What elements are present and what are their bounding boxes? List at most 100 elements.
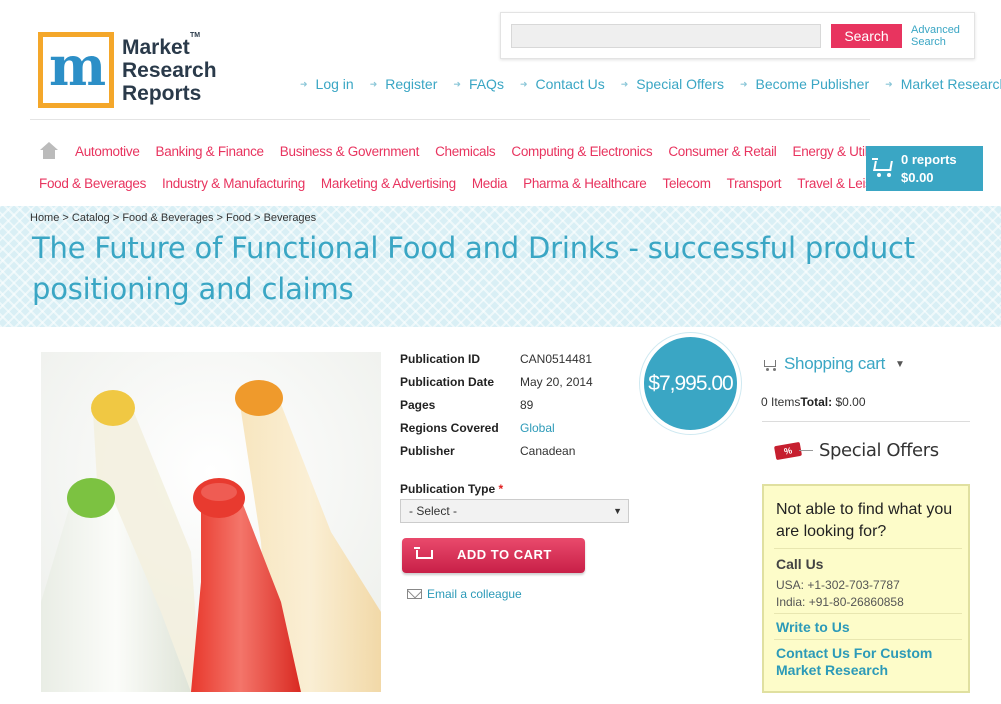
logo-line: Reports	[122, 82, 202, 105]
region-link[interactable]: Global	[520, 421, 555, 435]
nav-special-offers[interactable]: ➜ Special Offers	[621, 76, 724, 92]
cart-items: 0 Items	[761, 395, 801, 409]
detail-label: Regions Covered	[400, 421, 499, 435]
detail-value: May 20, 2014	[520, 375, 593, 389]
category-link[interactable]: Consumer & Retail	[668, 144, 777, 159]
add-to-cart-button[interactable]: ADD TO CART	[402, 538, 585, 573]
advanced-search-line: Advanced	[911, 24, 960, 36]
phone-usa: USA: +1-302-703-7787	[776, 578, 900, 592]
cart-icon	[762, 358, 778, 371]
arrow-right-icon: ➜	[300, 78, 308, 89]
price-badge: $7,995.00	[640, 333, 741, 434]
nav-register[interactable]: ➜ Register	[370, 76, 438, 92]
category-link[interactable]: Banking & Finance	[156, 144, 265, 159]
nav-become-publisher[interactable]: ➜ Become Publisher	[740, 76, 869, 92]
search-button[interactable]: Search	[831, 24, 902, 48]
arrow-right-icon: ➜	[519, 78, 528, 89]
nav-label: Become Publisher	[755, 76, 870, 92]
special-offers-link[interactable]: % Special Offers	[773, 440, 939, 461]
breadcrumb[interactable]: Home > Catalog > Food & Beverages > Food…	[30, 212, 316, 224]
publication-type-label: Publication Type *	[400, 482, 503, 496]
title-banner: Home > Catalog > Food & Beverages > Food…	[0, 206, 1001, 327]
logo-letter: m	[49, 34, 106, 98]
envelope-icon	[407, 589, 422, 599]
page-title: The Future of Functional Food and Drinks…	[32, 231, 915, 306]
select-value: - Select -	[409, 504, 458, 518]
custom-research-link[interactable]: Contact Us For Custom Market Research	[776, 645, 956, 679]
button-label: ADD TO CART	[457, 547, 552, 562]
header-divider	[30, 119, 870, 120]
arrow-right-icon: ➜	[369, 78, 378, 89]
write-to-us-link[interactable]: Write to Us	[776, 619, 850, 636]
phone-india: India: +91-80-26860858	[776, 595, 904, 609]
nav-label: Special Offers	[636, 76, 724, 92]
help-box: Not able to find what you are looking fo…	[762, 484, 970, 693]
tag-text: %	[773, 441, 803, 460]
detail-value: CAN0514481	[520, 352, 593, 366]
arrow-right-icon: ➜	[453, 78, 461, 89]
category-link[interactable]: Media	[472, 176, 508, 191]
email-colleague-link[interactable]: Email a colleague	[407, 587, 522, 601]
arrow-right-icon: ➜	[620, 78, 629, 89]
top-nav: ➜ Log in ➜ Register ➜ FAQs ➜ Contact Us ➜ Spe…	[300, 76, 1001, 92]
logo-line: Market	[122, 36, 190, 59]
logo-line: Research	[122, 59, 217, 82]
help-divider	[774, 613, 962, 614]
category-link[interactable]: Food & Beverages	[39, 176, 146, 191]
category-nav-row: Automotive Banking & Finance Business & …	[75, 144, 906, 159]
chevron-down-icon: ▼	[895, 358, 905, 370]
nav-label: Contact Us	[535, 76, 605, 92]
cart-total: $0.00	[901, 170, 934, 185]
site-logo[interactable]: m Market Research Reports TM	[38, 32, 218, 112]
category-link[interactable]: Transport	[727, 176, 782, 191]
help-question: Not able to find what you are looking fo…	[776, 501, 953, 540]
logo-wordmark: Market Research Reports	[122, 36, 217, 105]
detail-label: Publication ID	[400, 352, 481, 366]
search-panel: Search Advanced Search	[500, 12, 975, 59]
special-offers-label: Special Offers	[819, 440, 939, 461]
bottles-illustration	[41, 352, 381, 692]
header-cart-button[interactable]: 0 reports $0.00	[866, 146, 983, 191]
logo-mark: m	[38, 32, 114, 108]
nav-contact[interactable]: ➜ Contact Us	[520, 76, 605, 92]
cart-total-label: Total:	[800, 395, 833, 409]
arrow-right-icon: ➜	[885, 78, 893, 89]
arrow-right-icon: ➜	[739, 78, 748, 89]
shopping-cart-icon	[872, 158, 894, 178]
price-tag-icon: %	[773, 441, 813, 460]
category-link[interactable]: Pharma & Healthcare	[523, 176, 647, 191]
category-link[interactable]: Computing & Electronics	[511, 144, 652, 159]
sidebar-divider	[762, 421, 970, 422]
nav-blog[interactable]: ➜ Market Research Blog	[885, 76, 1001, 92]
nav-login[interactable]: ➜ Log in	[300, 76, 354, 92]
category-nav-row: Food & Beverages Industry & Manufacturin…	[39, 176, 906, 191]
detail-label: Publication Date	[400, 375, 495, 389]
help-divider	[774, 548, 962, 549]
category-link[interactable]: Automotive	[75, 144, 140, 159]
category-link[interactable]: Chemicals	[435, 144, 496, 159]
product-image	[41, 352, 381, 692]
shopping-cart-title: Shopping cart	[784, 354, 886, 373]
search-input[interactable]	[511, 24, 821, 48]
category-link[interactable]: Business & Government	[280, 144, 420, 159]
shopping-cart-toggle[interactable]: Shopping cart ▼	[762, 354, 905, 374]
cart-total-value: $0.00	[832, 395, 866, 409]
cart-count: 0 reports	[901, 152, 957, 167]
category-link[interactable]: Industry & Manufacturing	[162, 176, 305, 191]
category-link[interactable]: Telecom	[663, 176, 711, 191]
field-label: Publication Type	[400, 482, 496, 496]
nav-label: FAQs	[468, 76, 504, 92]
publication-type-select[interactable]: - Select - ▼	[400, 499, 629, 523]
home-icon[interactable]	[40, 142, 58, 160]
nav-faqs[interactable]: ➜ FAQs	[453, 76, 504, 92]
caret-down-icon: ▼	[613, 506, 622, 516]
category-link[interactable]: Marketing & Advertising	[321, 176, 456, 191]
link-label: Email a colleague	[427, 587, 522, 601]
nav-label: Register	[385, 76, 438, 92]
logo-trademark: TM	[190, 32, 201, 39]
cart-summary: 0 ItemsTotal: $0.00	[761, 395, 866, 409]
required-marker: *	[498, 482, 504, 496]
nav-label: Market Research Blog	[900, 76, 1001, 92]
detail-value: Canadean	[520, 444, 576, 458]
advanced-search-link[interactable]: Advanced Search	[911, 24, 960, 48]
